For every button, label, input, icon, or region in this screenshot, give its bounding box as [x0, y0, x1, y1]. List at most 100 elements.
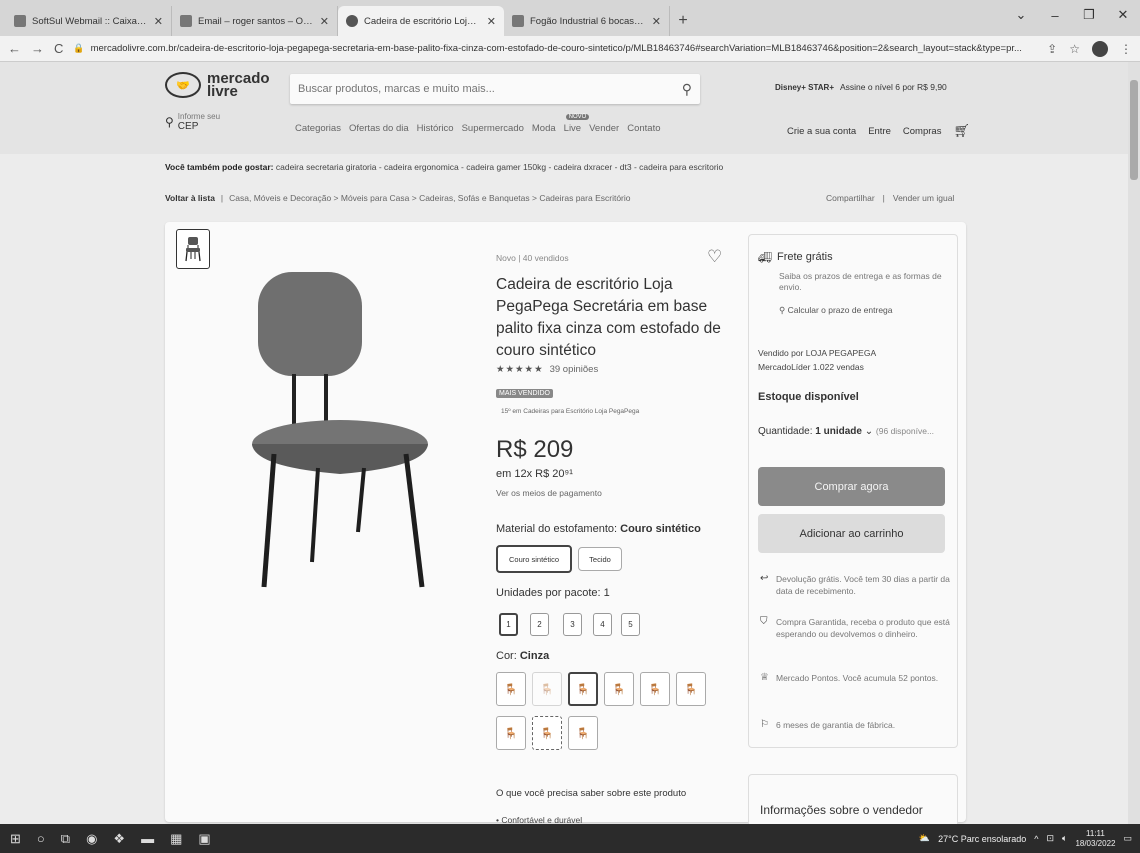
weather-text[interactable]: 27°C Parc ensolarado — [938, 834, 1026, 844]
add-to-cart-button[interactable]: Adicionar ao carrinho — [758, 514, 945, 553]
color-swatch[interactable]: 🪑 — [640, 672, 670, 706]
payment-methods-link[interactable]: Ver os meios de pagamento — [496, 488, 602, 498]
login-link[interactable]: Entre — [868, 126, 891, 137]
cep-selector[interactable]: ⚲ Informe seu CEP — [165, 112, 220, 132]
search-icon[interactable]: ⚲ — [682, 81, 692, 98]
perk-guarantee-text[interactable]: Compra Garantida, receba o produto que e… — [776, 616, 950, 640]
windows-start-icon[interactable]: ⊞ — [10, 831, 21, 847]
gallery-thumbnail[interactable] — [176, 229, 210, 269]
color-label: Cor: Cinza — [496, 650, 549, 662]
color-swatch[interactable]: 🪑 — [532, 672, 562, 706]
tab-outlook[interactable]: Email – roger santos – Outlook ✕ — [172, 6, 338, 36]
menu-live[interactable]: Live — [564, 123, 581, 134]
color-swatch[interactable]: 🪑 — [532, 716, 562, 750]
units-option-1[interactable]: 1 — [499, 613, 518, 636]
close-tab-icon[interactable]: ✕ — [487, 15, 496, 28]
seller-reputation: MercadoLíder 1.022 vendas — [758, 362, 864, 372]
menu-historico[interactable]: Histórico — [417, 123, 454, 134]
back-arrow-icon[interactable]: ← — [8, 41, 21, 56]
perk-points-text[interactable]: Mercado Pontos. Você acumula 52 pontos. — [776, 672, 938, 684]
location-pin-icon: ⚲ — [165, 115, 174, 129]
back-to-list-link[interactable]: Voltar à lista — [165, 193, 215, 203]
new-tab-button[interactable]: + — [670, 6, 696, 36]
search-circle-icon[interactable]: ○ — [37, 831, 45, 846]
chrome-icon[interactable]: ◉ — [86, 831, 97, 847]
color-swatch[interactable]: 🪑 — [676, 672, 706, 706]
cart-icon[interactable]: 🛒︎ — [953, 123, 970, 139]
share-icon[interactable]: ⇪ — [1047, 42, 1057, 56]
close-window-button[interactable]: ✕ — [1106, 0, 1140, 30]
tab-product[interactable]: Cadeira de escritório Loja PegaP ✕ — [338, 6, 504, 36]
task-view-icon[interactable]: ⧉ — [61, 831, 70, 847]
close-tab-icon[interactable]: ✕ — [320, 15, 329, 28]
maximize-button[interactable]: ❐ — [1072, 0, 1106, 30]
perk-returns-text[interactable]: Devolução grátis. Você tem 30 dias a par… — [776, 573, 950, 597]
ranking-link[interactable]: 15º em Cadeiras para Escritório Loja Peg… — [501, 408, 639, 415]
menu-supermercado[interactable]: Supermercado — [462, 123, 524, 134]
tab-search-icon[interactable]: ⌄ — [1004, 0, 1038, 30]
units-option-4[interactable]: 4 — [593, 613, 612, 636]
menu-moda[interactable]: Moda — [532, 123, 556, 134]
rating[interactable]: ★★★★★ 39 opiniões — [496, 364, 598, 375]
chair-icon: 🪑 — [684, 683, 698, 696]
clock[interactable]: 11:11 18/03/2022 — [1075, 829, 1115, 849]
buy-now-button[interactable]: Comprar agora — [758, 467, 945, 506]
product-favicon-icon — [512, 15, 524, 27]
color-value: Cinza — [519, 650, 550, 662]
color-swatch[interactable]: 🪑 — [604, 672, 634, 706]
color-swatch[interactable]: 🪑 — [496, 672, 526, 706]
truck-icon: 🚚︎ — [758, 252, 772, 264]
menu-vender[interactable]: Vender — [589, 123, 619, 134]
breadcrumb-path[interactable]: Casa, Móveis e Decoração > Móveis para C… — [229, 193, 630, 203]
tab-fogao[interactable]: Fogão Industrial 6 bocas 40X40 ✕ — [504, 6, 670, 36]
tab-title: SoftSul Webmail :: Caixa de entr — [32, 15, 148, 27]
tab-webmail[interactable]: SoftSul Webmail :: Caixa de entr ✕ — [6, 6, 172, 36]
color-swatch[interactable]: 🪑 — [496, 716, 526, 750]
scrollbar-thumb[interactable] — [1130, 80, 1138, 180]
minimize-button[interactable]: – — [1038, 0, 1072, 30]
browser-menu-icon[interactable]: ⋮ — [1120, 42, 1132, 56]
units-option-5[interactable]: 5 — [621, 613, 640, 636]
favorite-heart-icon[interactable]: ♡ — [707, 247, 722, 267]
color-swatch-selected[interactable]: 🪑 — [568, 672, 598, 706]
volume-icon[interactable]: 🔈︎ — [1062, 833, 1067, 844]
units-label-text: Unidades por pacote: — [496, 587, 601, 599]
forward-arrow-icon[interactable]: → — [31, 41, 44, 56]
calc-delivery-link[interactable]: ⚲ Calcular o prazo de entrega — [779, 305, 893, 316]
profile-avatar[interactable] — [1092, 40, 1108, 57]
color-swatch[interactable]: 🪑 — [568, 716, 598, 750]
calculator-icon[interactable]: ▦ — [170, 831, 182, 847]
material-option-couro[interactable]: Couro sintético — [496, 545, 572, 573]
close-tab-icon[interactable]: ✕ — [154, 15, 163, 28]
image-viewer-icon[interactable]: ▣ — [198, 831, 210, 847]
units-label: Unidades por pacote: 1 — [496, 587, 610, 599]
seller-info[interactable]: Vendido por LOJA PEGAPEGA MercadoLíder 1.… — [758, 346, 876, 374]
share-link[interactable]: Compartilhar — [826, 193, 875, 203]
network-icon[interactable]: ⊡ — [1046, 833, 1054, 844]
reload-icon[interactable]: C — [54, 41, 63, 56]
create-account-link[interactable]: Crie a sua conta — [787, 126, 856, 137]
units-option-2[interactable]: 2 — [530, 613, 549, 636]
menu-categorias[interactable]: Categorias — [295, 123, 341, 134]
promo-banner[interactable]: Disney+ STAR+ Assine o nível 6 por R$ 9,… — [775, 82, 947, 92]
page-actions: Compartilhar | Vender um igual — [826, 193, 955, 203]
mercadolivre-logo[interactable]: 🤝 mercado livre — [165, 71, 270, 99]
quantity-selector[interactable]: Quantidade: 1 unidade ⌄ (96 disponíve... — [758, 426, 934, 437]
tray-chevron-up-icon[interactable]: ^ — [1034, 834, 1038, 844]
shipping-description-link[interactable]: Saiba os prazos de entrega e as formas d… — [779, 271, 954, 293]
search-input[interactable] — [298, 83, 682, 95]
folder-icon[interactable]: ▬ — [141, 831, 154, 846]
purchases-link[interactable]: Compras — [903, 126, 942, 137]
units-option-3[interactable]: 3 — [563, 613, 582, 636]
sell-similar-link[interactable]: Vender um igual — [893, 193, 954, 203]
notification-icon[interactable]: ▭ — [1123, 833, 1132, 844]
app-icon[interactable]: ❖ — [113, 831, 125, 847]
url-field[interactable]: 🔒 mercadolivre.com.br/cadeira-de-escritor… — [73, 43, 1037, 54]
reco-links[interactable]: cadeira secretaria giratoria - cadeira e… — [276, 162, 723, 172]
menu-ofertas[interactable]: Ofertas do dia — [349, 123, 409, 134]
menu-contato[interactable]: Contato — [627, 123, 660, 134]
product-main-image[interactable] — [240, 262, 440, 602]
bookmark-star-icon[interactable]: ☆ — [1069, 42, 1080, 56]
material-option-tecido[interactable]: Tecido — [578, 547, 622, 571]
close-tab-icon[interactable]: ✕ — [652, 15, 661, 28]
